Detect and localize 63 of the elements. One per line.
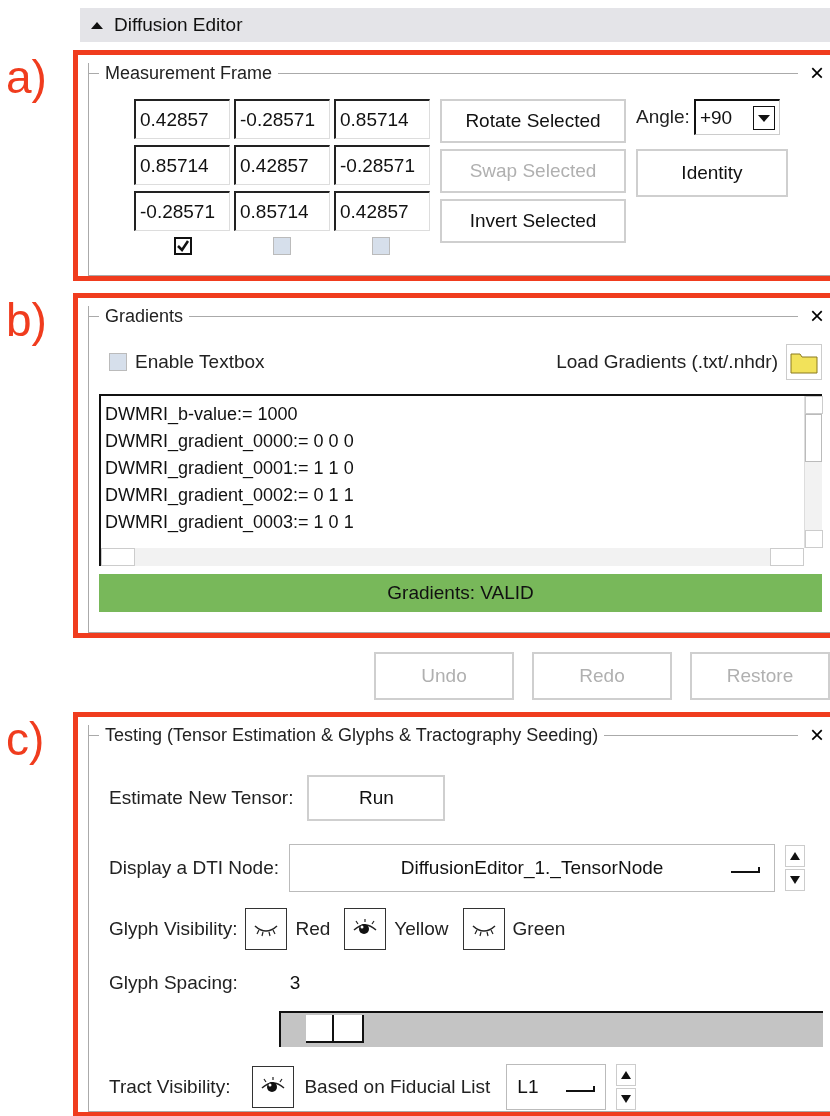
up-arrow-button[interactable] [616,1064,637,1086]
tract-visibility-label: Tract Visibility: [109,1076,231,1098]
glyph-color-label: Red [295,918,331,940]
down-arrow-button[interactable] [785,869,805,891]
horizontal-scrollbar[interactable] [101,548,804,566]
status-bar: Gradients: VALID [99,574,822,612]
load-gradients-label: Load Gradients (.txt/.nhdr) [556,351,778,373]
vertical-scrollbar[interactable] [804,396,822,548]
annotation-label: c) [5,712,46,767]
glyph-color-label: Yellow [394,918,449,940]
group-title: Gradients [105,305,184,327]
angle-label: Angle: [636,106,690,128]
matrix-field[interactable]: -0.28571 [234,99,330,139]
action-button[interactable]: Rotate Selected [440,99,626,143]
slider-thumb[interactable] [306,1015,364,1043]
matrix-field[interactable]: 0.85714 [334,99,430,139]
matrix-field[interactable]: 0.42857 [234,145,330,185]
panel-header[interactable]: Diffusion Editor [80,8,830,42]
matrix-field[interactable]: 0.42857 [334,191,430,231]
glyph-visibility-label: Glyph Visibility: [109,918,238,940]
matrix-field[interactable]: -0.28571 [134,191,230,231]
run-button[interactable]: Run [307,775,446,821]
gradients-text-area[interactable]: DWMRI_b-value:= 1000 DWMRI_gradient_0000:= 0 0 0 DWMRI_gradient_0001:= 1 1 0 DWMRI_gradient_0002:= 0 1 1 DWMRI_gradient_0003:= 1 0 1 [99,394,822,566]
estimate-label: Estimate New Tensor: [109,787,294,809]
visibility-toggle[interactable] [252,1066,295,1108]
visibility-toggle[interactable] [245,908,288,950]
display-node-label: Display a DTI Node: [109,857,279,879]
caret-icon [90,20,104,30]
visibility-toggle[interactable] [344,908,387,950]
enable-textbox-checkbox[interactable]: Enable Textbox [109,351,265,373]
visibility-toggle[interactable] [462,908,505,950]
checkbox[interactable] [371,237,390,255]
slider-track[interactable] [279,1011,823,1047]
up-arrow-button[interactable] [785,845,805,867]
action-button[interactable]: Invert Selected [440,199,626,243]
slider-value: 3 [289,972,301,994]
identity-button[interactable]: Identity [636,149,788,197]
close-button[interactable]: × [804,304,830,328]
angle-dropdown[interactable]: +90 [693,99,780,135]
matrix-field[interactable]: -0.28571 [334,145,430,185]
text-line: DWMRI_b-value:= 1000 [105,404,299,425]
panel-title: Diffusion Editor [114,14,243,36]
text-line: DWMRI_gradient_0002:= 0 1 1 [105,485,355,506]
text-line: DWMRI_gradient_0000:= 0 0 0 [105,431,355,452]
close-button[interactable]: × [804,61,830,85]
matrix-field[interactable]: 0.85714 [134,145,230,185]
close-button[interactable]: × [804,723,830,747]
down-arrow-button[interactable] [616,1088,637,1110]
checkbox[interactable] [174,237,193,255]
glyph-color-label: Green [512,918,566,940]
checkbox[interactable] [273,237,291,255]
text-line: DWMRI_gradient_0003:= 1 0 1 [105,512,355,533]
group-title: Measurement Frame [105,62,273,84]
fiducial-label: Based on Fiducial List [304,1076,491,1098]
matrix-field[interactable]: 0.42857 [134,99,230,139]
matrix-field[interactable]: 0.85714 [234,191,330,231]
group-title: Testing (Tensor Estimation & Glyphs & Tractography Seeding) [105,724,599,746]
fiducial-list-selector[interactable]: L1 [506,1064,607,1110]
text-line: DWMRI_gradient_0001:= 1 1 0 [105,458,355,479]
node-selector[interactable]: DiffusionEditor_1._TensorNode [289,844,775,892]
annotation-label: a) [5,50,48,105]
annotation-label: b) [5,293,48,348]
glyph-spacing-label: Glyph Spacing: [109,972,238,994]
